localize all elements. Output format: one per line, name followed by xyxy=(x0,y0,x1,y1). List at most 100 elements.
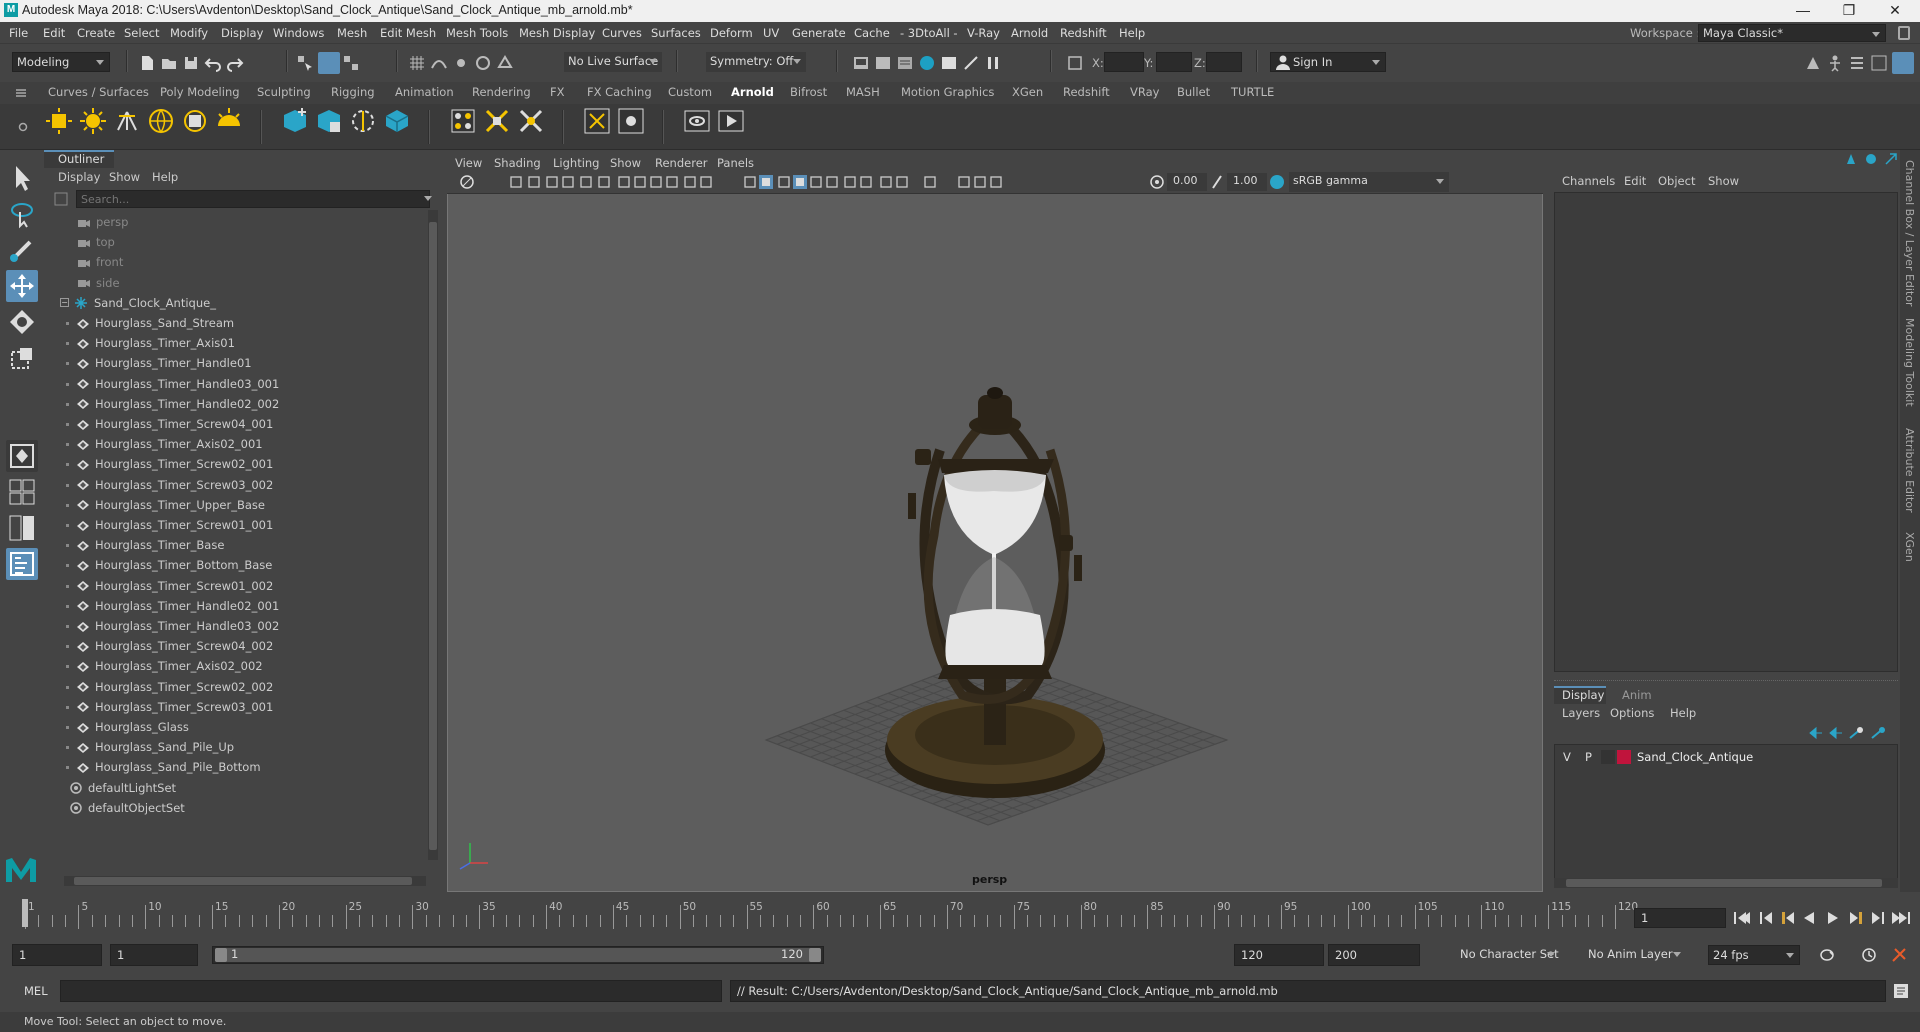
layer-menu-options[interactable]: Options xyxy=(1610,706,1654,720)
outliner-item-mesh[interactable]: Hourglass_Timer_Handle03_001 xyxy=(66,374,279,394)
gamma-icon[interactable] xyxy=(1209,174,1225,190)
outliner-item-camera[interactable]: side xyxy=(78,273,120,293)
range-slider-start-handle[interactable] xyxy=(215,948,227,962)
undo-icon[interactable] xyxy=(204,54,222,72)
channels-menu-channels[interactable]: Channels xyxy=(1562,174,1615,188)
step-forward-key-icon[interactable] xyxy=(1850,912,1862,924)
light-portal-icon[interactable] xyxy=(180,106,210,136)
paint-select-tool-icon[interactable] xyxy=(6,234,38,266)
menu-mesh-tools[interactable]: Mesh Tools xyxy=(446,26,508,40)
outliner-item-mesh[interactable]: Hourglass_Timer_Screw02_001 xyxy=(66,454,273,474)
arnold-render-button-icon[interactable] xyxy=(716,106,746,136)
loop-icon[interactable] xyxy=(1818,946,1836,964)
outliner-item-mesh[interactable]: Hourglass_Timer_Upper_Base xyxy=(66,495,265,515)
shelf-tab-fx[interactable]: FX xyxy=(550,85,565,99)
workspace-dropdown[interactable]: Maya Classic* xyxy=(1698,24,1886,42)
maximize-button[interactable]: ❐ xyxy=(1826,0,1872,22)
about-arnold-icon[interactable] xyxy=(616,106,646,136)
attribute-editor-icon[interactable] xyxy=(1848,54,1866,72)
script-editor-icon[interactable] xyxy=(1892,982,1910,1000)
layer-menu-help[interactable]: Help xyxy=(1670,706,1696,720)
menu-surfaces[interactable]: Surfaces xyxy=(651,26,701,40)
skydome-light-icon[interactable] xyxy=(146,106,176,136)
z-input[interactable] xyxy=(1206,52,1242,72)
layer-horizontal-scrollbar[interactable] xyxy=(1554,878,1898,888)
snap-to-curve-icon[interactable] xyxy=(430,54,448,72)
shelf-tab-rendering[interactable]: Rendering xyxy=(472,85,531,99)
outliner-item-mesh[interactable]: Hourglass_Timer_Screw02_002 xyxy=(66,677,273,697)
go-to-start-icon[interactable] xyxy=(1734,912,1750,924)
shelf-tab-animation[interactable]: Animation xyxy=(395,85,454,99)
menu-deform[interactable]: Deform xyxy=(710,26,753,40)
side-tab-xgen[interactable]: XGen xyxy=(1903,532,1916,562)
smooth-shade-icon[interactable] xyxy=(759,175,773,189)
shelf-tab-turtle[interactable]: TURTLE xyxy=(1231,85,1274,99)
scene-view[interactable] xyxy=(448,195,1542,891)
snap-to-view-plane-icon[interactable] xyxy=(474,54,492,72)
resolution-gate-icon[interactable] xyxy=(633,175,647,189)
shelf-tab-sculpting[interactable]: Sculpting xyxy=(257,85,311,99)
outliner-menu-show[interactable]: Show xyxy=(109,170,140,184)
menu-redshift[interactable]: Redshift xyxy=(1060,26,1107,40)
wireframe-icon[interactable] xyxy=(743,175,757,189)
layer-name[interactable]: Sand_Clock_Antique xyxy=(1637,750,1753,764)
render-current-frame-icon[interactable] xyxy=(852,54,870,72)
move-layer-down-icon[interactable] xyxy=(1828,726,1844,740)
channel-box-lock-icon[interactable] xyxy=(1864,152,1878,166)
screen-space-ao-icon[interactable] xyxy=(843,175,857,189)
scale-tool-icon[interactable] xyxy=(6,342,38,374)
layer-menu-layers[interactable]: Layers xyxy=(1562,706,1600,720)
outliner-item-camera[interactable]: top xyxy=(78,232,115,252)
play-forwards-icon[interactable] xyxy=(1828,912,1838,924)
lasso-tool-icon[interactable] xyxy=(6,198,38,230)
menu-curves[interactable]: Curves xyxy=(602,26,642,40)
select-component-icon[interactable] xyxy=(342,54,360,72)
motion-blur-icon[interactable] xyxy=(859,175,873,189)
outliner-item-mesh[interactable]: Hourglass_Timer_Handle02_001 xyxy=(66,596,279,616)
symmetry-dropdown[interactable]: Symmetry: Off xyxy=(706,52,806,72)
panel-splitter[interactable] xyxy=(1554,680,1898,681)
menu-3dtoall[interactable]: - 3DtoAll - xyxy=(900,26,958,40)
photometric-light-icon[interactable] xyxy=(112,106,142,136)
move-tool-button[interactable] xyxy=(6,270,38,302)
shelf-tab-vray[interactable]: VRay xyxy=(1130,85,1159,99)
wireframe-on-shaded-icon[interactable] xyxy=(777,175,791,189)
menu-mesh-display[interactable]: Mesh Display xyxy=(519,26,595,40)
flush-cache-icon[interactable] xyxy=(516,106,546,136)
menu-create[interactable]: Create xyxy=(77,26,115,40)
textured-icon[interactable] xyxy=(793,175,807,189)
depth-of-field-icon[interactable] xyxy=(895,175,909,189)
shelf-tab-mash[interactable]: MASH xyxy=(846,85,880,99)
anim-layer-dropdown[interactable]: No Anim Layer xyxy=(1570,945,1686,965)
layer-color-swatch[interactable] xyxy=(1617,750,1631,764)
physical-sky-icon[interactable] xyxy=(214,106,244,136)
side-tab-modeling-toolkit[interactable]: Modeling Toolkit xyxy=(1903,318,1916,407)
menu-set-dropdown[interactable]: Modeling xyxy=(12,52,110,72)
playback-end-input[interactable]: 120 xyxy=(1234,944,1324,966)
character-set-dropdown[interactable]: No Character Set xyxy=(1438,945,1560,965)
outliner-item-mesh[interactable]: Hourglass_Timer_Handle02_002 xyxy=(66,394,279,414)
character-controls-icon[interactable] xyxy=(1826,54,1844,72)
channel-box-area[interactable] xyxy=(1554,192,1898,672)
outliner-item-mesh[interactable]: Hourglass_Timer_Screw01_002 xyxy=(66,576,273,596)
pause-icon[interactable] xyxy=(984,54,1002,72)
export-standin-icon[interactable] xyxy=(314,106,344,136)
outliner-item-mesh[interactable]: Hourglass_Timer_Axis02_002 xyxy=(66,656,263,676)
outliner-menu-help[interactable]: Help xyxy=(152,170,178,184)
gate-mask-icon[interactable] xyxy=(649,175,663,189)
make-live-icon[interactable] xyxy=(496,54,514,72)
viewport-menu-show[interactable]: Show xyxy=(610,156,641,170)
four-view-icon[interactable] xyxy=(6,476,38,508)
outliner-item-mesh[interactable]: Hourglass_Timer_Screw01_001 xyxy=(66,515,273,535)
outliner-item-mesh[interactable]: Hourglass_Timer_Axis01 xyxy=(66,333,235,353)
collapse-toggle-icon[interactable]: − xyxy=(60,297,69,307)
render-view-icon[interactable] xyxy=(940,54,958,72)
search-options-chevron-icon[interactable] xyxy=(424,196,432,205)
xray-components-icon[interactable] xyxy=(989,175,1003,189)
step-back-frame-icon[interactable] xyxy=(1760,912,1772,924)
menu-generate[interactable]: Generate xyxy=(792,26,846,40)
exposure-input[interactable]: 0.00 xyxy=(1167,173,1207,191)
rotate-tool-icon[interactable] xyxy=(6,306,38,338)
shelf-tab-xgen[interactable]: XGen xyxy=(1012,85,1043,99)
film-gate-icon[interactable] xyxy=(617,175,631,189)
